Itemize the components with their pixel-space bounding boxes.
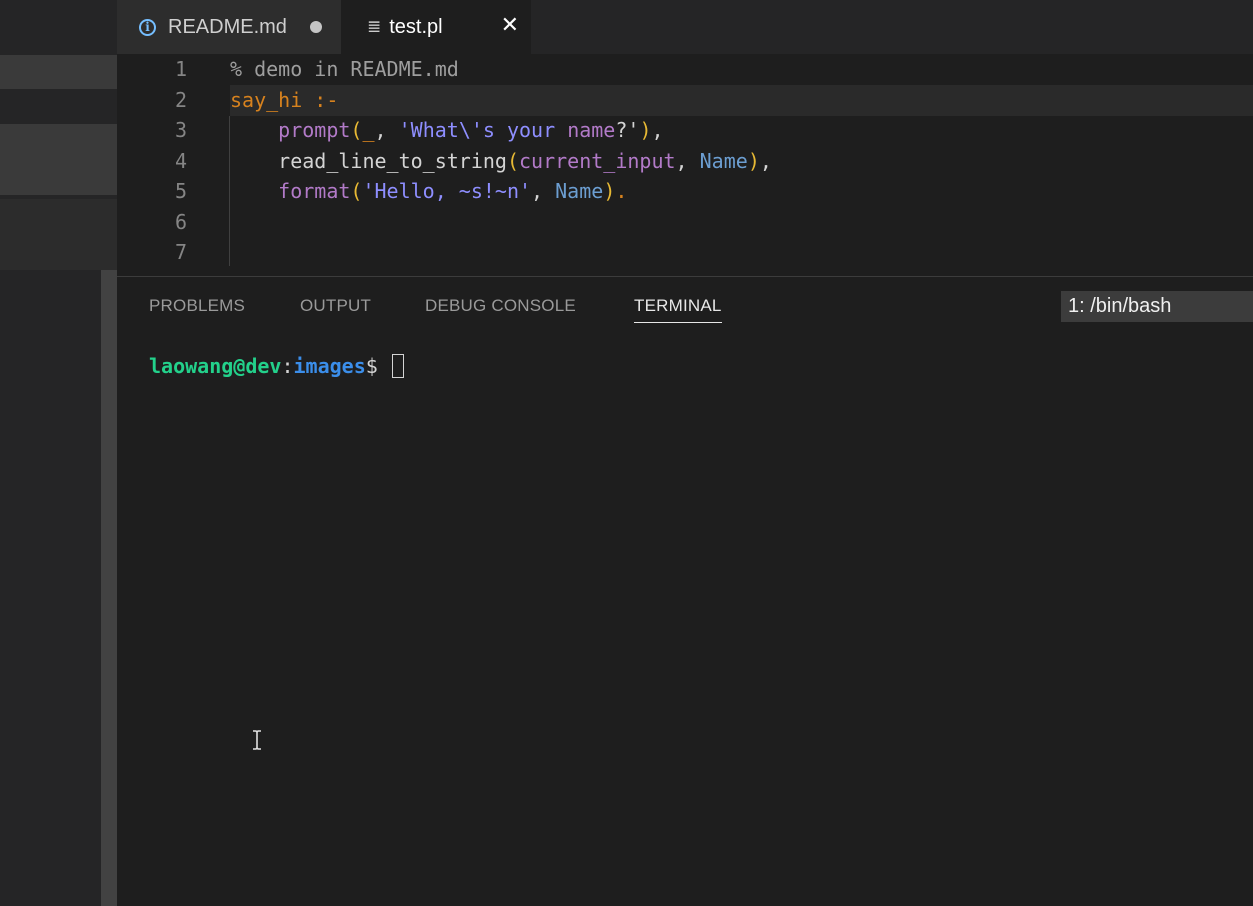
line-code: format('Hello, ~s!~n', Name). — [230, 176, 1253, 207]
code-sep: , — [374, 118, 399, 142]
terminal-prompt[interactable]: laowang@dev:images$ — [149, 353, 404, 379]
code-predicate: prompt — [278, 118, 351, 142]
line-number: 1 — [174, 57, 187, 81]
code-string: 'What\'s your — [398, 118, 568, 142]
sidebar-item[interactable] — [0, 199, 117, 270]
code-line: 1 % demo in README.md — [117, 54, 1253, 85]
editor-tab-bar: i README.md ≣ test.pl ✕ — [117, 0, 1253, 54]
line-number: 7 — [174, 240, 187, 264]
code-paren: ( — [506, 149, 519, 173]
line-number: 2 — [174, 88, 187, 112]
tab-terminal[interactable]: TERMINAL — [634, 296, 722, 323]
indent-guide — [229, 116, 230, 266]
code-predicate: format — [278, 179, 351, 203]
code-end: . — [615, 179, 628, 203]
code-var: Name — [699, 149, 748, 173]
code-var: _ — [362, 118, 375, 142]
sidebar-item[interactable] — [0, 55, 117, 89]
prompt-user-host: laowang@dev — [149, 354, 282, 378]
tab-output[interactable]: OUTPUT — [300, 296, 371, 316]
line-number: 4 — [174, 149, 187, 173]
code-string-word: name — [567, 118, 616, 142]
terminal-cursor — [391, 354, 404, 378]
tab-debug-console[interactable]: DEBUG CONSOLE — [425, 296, 576, 316]
sidebar — [0, 0, 117, 906]
line-code: say_hi :- — [230, 85, 1253, 116]
code-line: 3 prompt(_, 'What\'s your name?'), — [117, 115, 1253, 146]
code-editor[interactable]: 1 % demo in README.md 2 say_hi :- 3 prom… — [117, 54, 1253, 276]
prompt-dollar: $ — [365, 354, 390, 378]
code-comment: % demo in README.md — [230, 57, 459, 81]
code-line: 2 say_hi :- — [117, 85, 1253, 116]
prompt-colon: : — [281, 354, 294, 378]
code-paren: ) — [747, 149, 760, 173]
sidebar-scrollbar[interactable] — [101, 270, 117, 906]
code-sep: , — [675, 149, 700, 173]
code-sep: , — [531, 179, 556, 203]
code-line: 6 — [117, 207, 1253, 238]
sidebar-item[interactable] — [0, 124, 117, 195]
code-string-end: ?' — [615, 118, 640, 142]
code-paren: ) — [639, 118, 652, 142]
code-neck: :- — [314, 88, 339, 112]
code-var: Name — [555, 179, 604, 203]
tab-test-pl[interactable]: ≣ test.pl ✕ — [341, 0, 531, 54]
code-string: 'Hello, ~s!~n' — [362, 179, 532, 203]
bottom-panel: PROBLEMS OUTPUT DEBUG CONSOLE TERMINAL 1… — [117, 276, 1253, 906]
prompt-dir: images — [293, 354, 366, 378]
code-end: , — [651, 118, 664, 142]
code-line: 7 — [117, 237, 1253, 268]
code-paren: ( — [350, 118, 363, 142]
line-code: prompt(_, 'What\'s your name?'), — [230, 115, 1253, 146]
line-number: 3 — [174, 118, 187, 142]
unsaved-dot-icon[interactable] — [310, 21, 322, 33]
tab-label: README.md — [168, 15, 287, 38]
close-icon[interactable]: ✕ — [501, 12, 519, 40]
tab-problems[interactable]: PROBLEMS — [149, 296, 245, 316]
terminal-select[interactable]: 1: /bin/bash — [1061, 291, 1253, 322]
line-number: 5 — [174, 179, 187, 203]
tab-readme[interactable]: i README.md — [117, 0, 341, 54]
lines-icon: ≣ — [367, 17, 382, 37]
code-end: , — [759, 149, 772, 173]
code-predicate: read_line_to_string — [278, 149, 507, 173]
code-paren: ( — [350, 179, 363, 203]
line-number: 6 — [174, 210, 187, 234]
vscode-window: i README.md ≣ test.pl ✕ 1 % demo in READ… — [0, 0, 1253, 906]
code-paren: ) — [603, 179, 616, 203]
line-code: % demo in README.md — [230, 54, 1253, 85]
line-code: read_line_to_string(current_input, Name)… — [230, 146, 1253, 177]
tab-label: test.pl — [389, 15, 443, 38]
code-line: 5 format('Hello, ~s!~n', Name). — [117, 176, 1253, 207]
code-atom: current_input — [519, 149, 676, 173]
info-icon: i — [139, 18, 156, 36]
code-line: 4 read_line_to_string(current_input, Nam… — [117, 146, 1253, 177]
code-head: say_hi — [230, 88, 303, 112]
text-cursor-icon — [253, 730, 261, 750]
